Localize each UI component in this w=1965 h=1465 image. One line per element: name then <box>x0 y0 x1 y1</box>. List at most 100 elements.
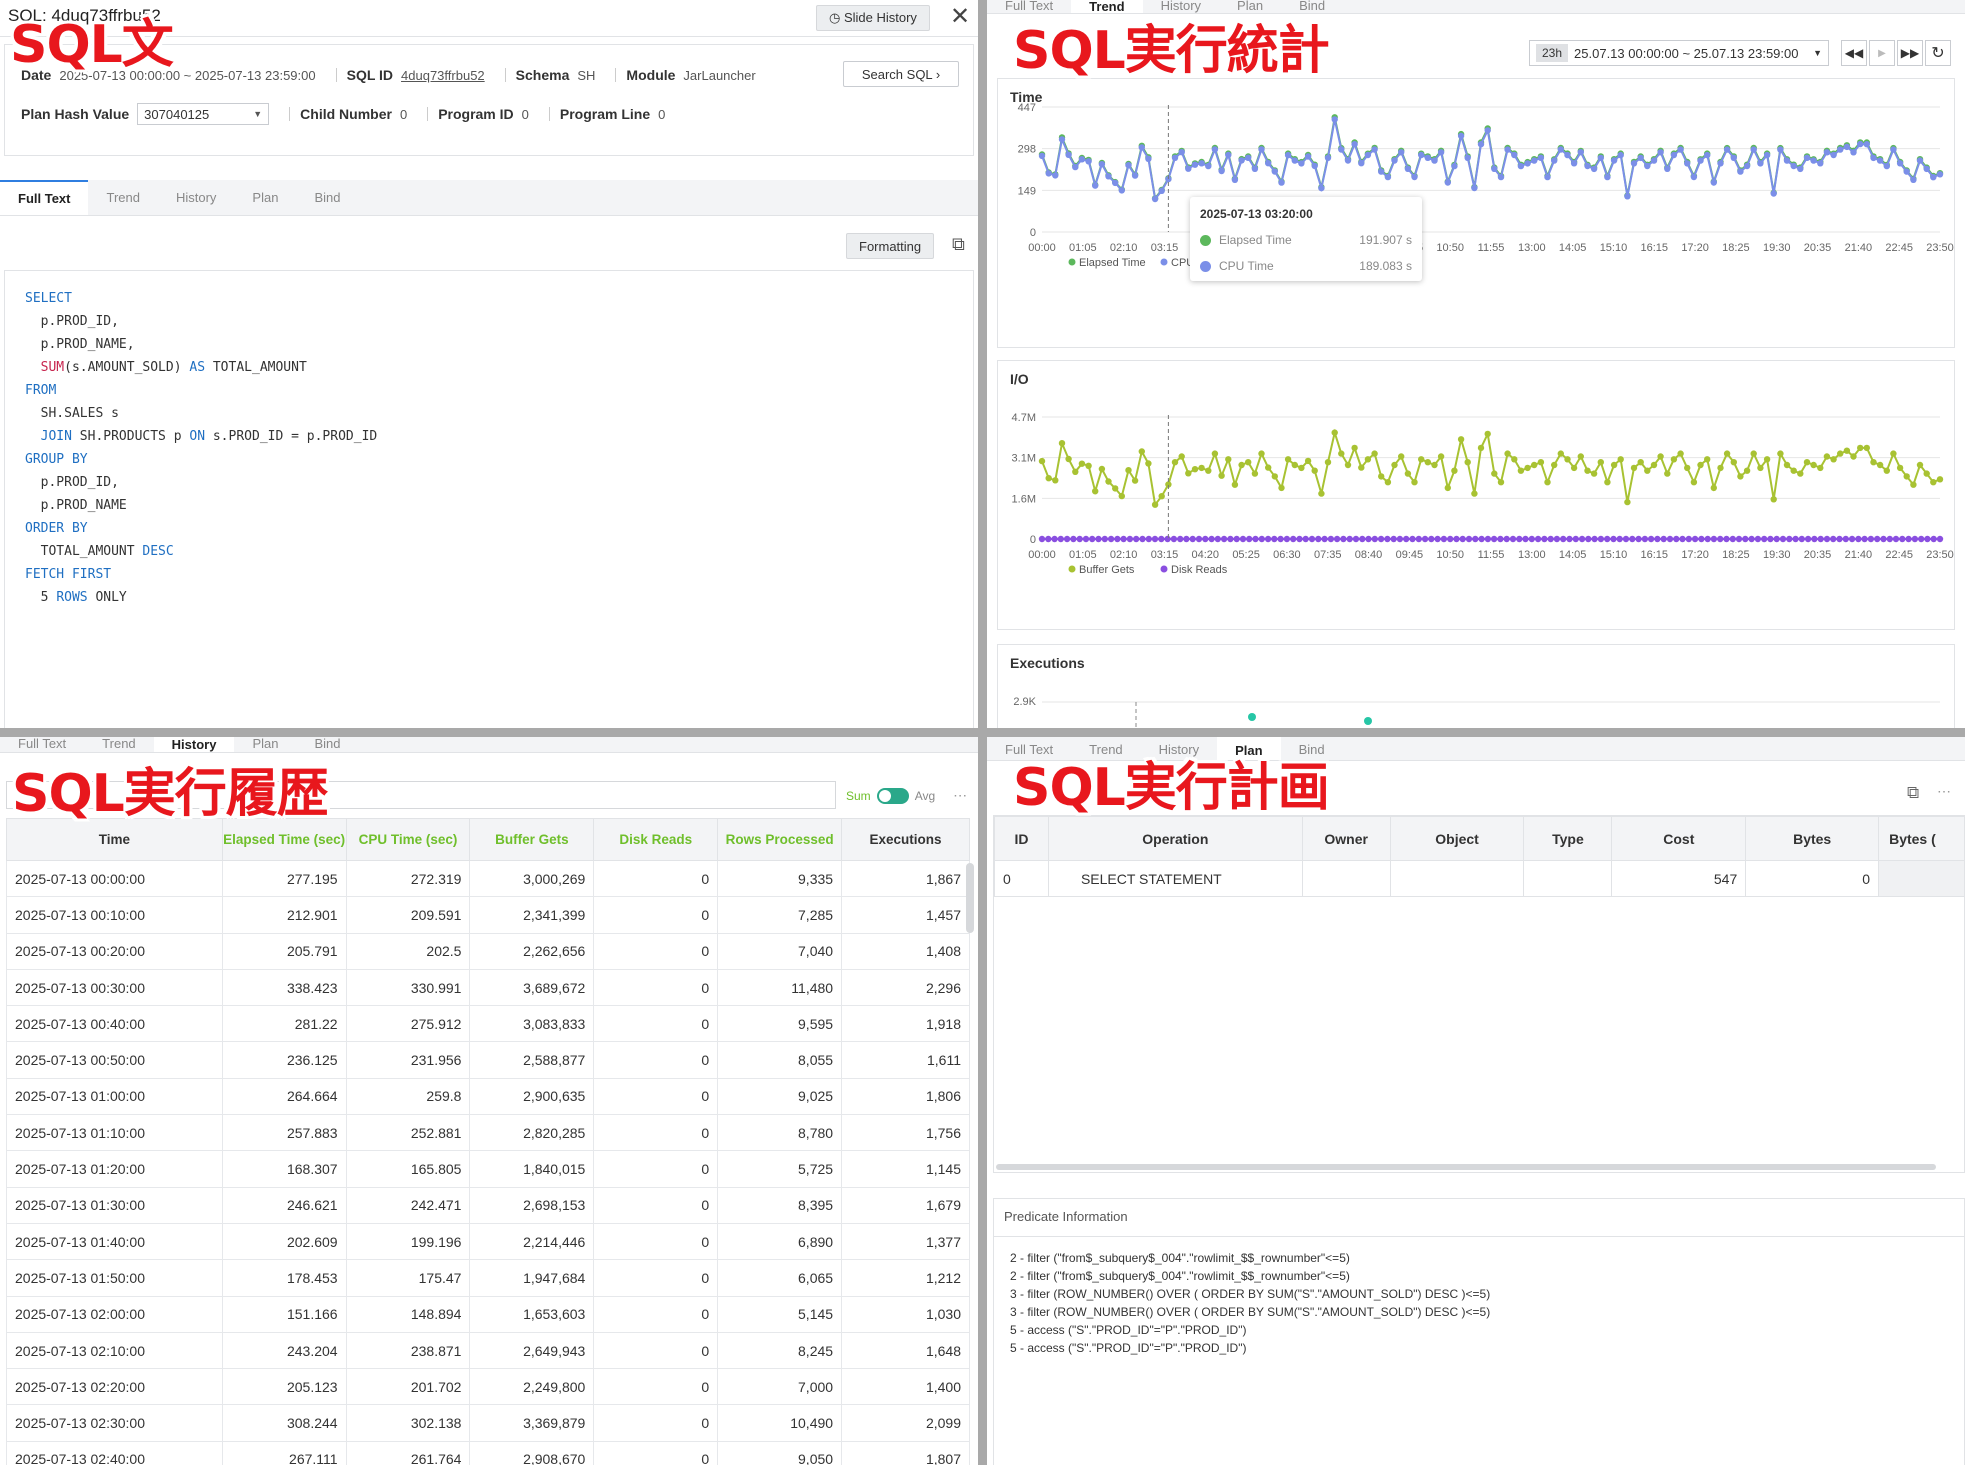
data-point <box>1283 535 1291 543</box>
table-row[interactable]: 2025-07-13 00:00:00 277.195 272.319 3,000,2… <box>6 859 970 898</box>
rewind-icon[interactable]: ◀◀ <box>1841 40 1867 66</box>
data-point <box>1604 479 1611 486</box>
data-point <box>1251 165 1259 172</box>
fast-forward-icon[interactable]: ▶▶ <box>1897 40 1923 66</box>
cell-cpu: 259.8 <box>345 1077 471 1116</box>
col-owner[interactable]: Owner <box>1301 816 1391 861</box>
data-point <box>1690 173 1698 181</box>
table-row[interactable]: 2025-07-13 02:30:00 308.244 302.138 3,369,8… <box>6 1404 970 1442</box>
predicate-box: Predicate Information 2 - filter ("from$… <box>993 1198 1965 1465</box>
io-chart-title: I/O <box>1010 371 1029 387</box>
cell-elapsed: 212.901 <box>221 896 347 934</box>
data-point <box>1750 146 1757 153</box>
play-icon[interactable]: ▶ <box>1869 40 1895 66</box>
cell-time: 2025-07-13 00:00:00 <box>6 859 223 898</box>
data-point <box>1790 467 1797 474</box>
more-icon[interactable]: ⋯ <box>1937 783 1951 800</box>
table-row[interactable]: 0 SELECT STATEMENT 547 0 0 <box>994 860 1964 897</box>
cell-executions: 1,806 <box>841 1077 970 1116</box>
horizontal-scrollbar[interactable] <box>996 1164 1936 1170</box>
scrollbar-thumb[interactable] <box>966 863 974 933</box>
x-tick-label: 05:25 <box>1232 549 1260 561</box>
tab-trend[interactable]: Trend <box>84 737 153 752</box>
plan-hash-select[interactable]: 307040125 ▼ <box>137 103 270 125</box>
col-type[interactable]: Type <box>1523 816 1613 861</box>
table-row[interactable]: 2025-07-13 01:10:00 257.883 252.881 2,820,2… <box>6 1114 970 1152</box>
col-object[interactable]: Object <box>1389 816 1525 861</box>
table-row[interactable]: 2025-07-13 00:20:00 205.791 202.5 2,262,656… <box>6 932 970 970</box>
time-chart-title: Time <box>1010 89 1043 105</box>
tab-history[interactable]: History <box>158 180 234 215</box>
data-point <box>1298 160 1305 167</box>
table-row[interactable]: 2025-07-13 01:20:00 168.307 165.805 1,840,0… <box>6 1150 970 1188</box>
data-point <box>1491 165 1498 172</box>
close-icon[interactable]: ✕ <box>950 2 970 31</box>
tab-full-text[interactable]: Full Text <box>0 737 84 752</box>
col-rows-processed[interactable]: Rows Processed <box>717 818 843 861</box>
data-point <box>1085 462 1092 469</box>
col-disk-reads[interactable]: Disk Reads <box>593 818 719 861</box>
overlay-label-sql-stats: SQL実行統計 <box>1013 21 1330 81</box>
cell-bytes: 0 <box>1745 860 1880 897</box>
table-row[interactable]: 2025-07-13 00:40:00 281.22 275.912 3,083,83… <box>6 1005 970 1043</box>
cell-elapsed: 338.423 <box>221 968 347 1007</box>
tab-full-text[interactable]: Full Text <box>0 180 89 215</box>
search-sql-button[interactable]: Search SQL › <box>843 61 959 87</box>
col-operation[interactable]: Operation <box>1047 816 1303 861</box>
data-point <box>1537 459 1545 466</box>
col-executions[interactable]: Executions <box>841 818 970 861</box>
data-point <box>1783 157 1791 164</box>
copy-icon[interactable]: ⧉ <box>952 234 965 255</box>
col-id[interactable]: ID <box>994 816 1049 861</box>
table-row[interactable]: 2025-07-13 01:30:00 246.621 242.471 2,698,1… <box>6 1186 970 1224</box>
col-cost[interactable]: Cost <box>1611 816 1747 861</box>
tab-plan[interactable]: Plan <box>234 737 296 752</box>
data-point <box>1177 535 1184 543</box>
col-buffer-gets[interactable]: Buffer Gets <box>469 818 595 861</box>
table-row[interactable]: 2025-07-13 00:50:00 236.125 231.956 2,588,8… <box>6 1041 970 1079</box>
x-tick-label: 03:15 <box>1151 242 1179 254</box>
copy-icon[interactable]: ⧉ <box>1907 783 1919 803</box>
data-point <box>1757 464 1764 472</box>
refresh-icon[interactable]: ↻ <box>1925 40 1951 66</box>
data-point <box>1767 535 1774 543</box>
col-bytes-2[interactable]: Bytes ( <box>1878 816 1964 861</box>
table-row[interactable]: 2025-07-13 01:40:00 202.609 199.196 2,214,4… <box>6 1222 970 1261</box>
data-point <box>1650 157 1658 164</box>
y-tick-label: 1.6M <box>1012 493 1036 505</box>
sum-avg-toggle[interactable] <box>876 787 909 804</box>
tab-trend[interactable]: Trend <box>88 180 157 215</box>
x-tick-label: 21:40 <box>1845 242 1873 254</box>
time-chart[interactable]: 447298149000:0001:0502:1003:1504:2005:25… <box>998 79 1956 349</box>
data-point <box>1125 162 1132 169</box>
table-row[interactable]: 2025-07-13 01:50:00 178.453 175.47 1,947,68… <box>6 1259 970 1297</box>
table-row[interactable]: 2025-07-13 00:10:00 212.901 209.591 2,341,3… <box>6 896 970 934</box>
table-row[interactable]: 2025-07-13 02:20:00 205.123 201.702 2,249,8… <box>6 1368 970 1406</box>
tab-plan[interactable]: Plan <box>234 180 296 215</box>
col-bytes[interactable]: Bytes <box>1745 816 1880 861</box>
cell-elapsed: 205.123 <box>221 1368 347 1406</box>
tab-history[interactable]: History <box>153 737 235 752</box>
tab-bind[interactable]: Bind <box>296 180 358 215</box>
sqlid-link[interactable]: 4duq73ffrbu52 <box>401 68 485 83</box>
table-row[interactable]: 2025-07-13 02:00:00 151.166 148.894 1,653,6… <box>6 1295 970 1333</box>
data-point <box>1584 162 1591 170</box>
more-icon[interactable]: ⋯ <box>953 787 967 804</box>
data-point <box>1511 456 1518 463</box>
data-point <box>1151 195 1159 203</box>
formatting-button[interactable]: Formatting <box>846 233 935 259</box>
col-cpu[interactable]: CPU Time (sec) <box>345 818 471 861</box>
io-chart[interactable]: 4.7M 3.1M 1.6M 0 00:00 01:05 02:10 03:15 04:20 05… <box>998 361 1956 631</box>
tab-bind[interactable]: Bind <box>296 737 358 752</box>
x-tick-label: 15:10 <box>1600 242 1628 254</box>
slide-history-button[interactable]: ◷ Slide History <box>816 5 930 31</box>
table-row[interactable]: 2025-07-13 02:10:00 243.204 238.871 2,649,9… <box>6 1331 970 1370</box>
table-row[interactable]: 2025-07-13 01:00:00 264.664 259.8 2,900,635… <box>6 1077 970 1116</box>
cell-executions: 1,145 <box>841 1150 970 1188</box>
data-point <box>1472 535 1479 543</box>
data-point <box>1537 154 1545 161</box>
time-range-picker[interactable]: 23h 25.07.13 00:00:00 ~ 25.07.13 23:59:0… <box>1529 40 1829 66</box>
table-row[interactable]: 2025-07-13 00:30:00 338.423 330.991 3,689,6… <box>6 968 970 1007</box>
table-row[interactable]: 2025-07-13 02:40:00 267.111 261.764 2,908,6… <box>6 1440 970 1465</box>
data-point <box>1145 535 1152 543</box>
